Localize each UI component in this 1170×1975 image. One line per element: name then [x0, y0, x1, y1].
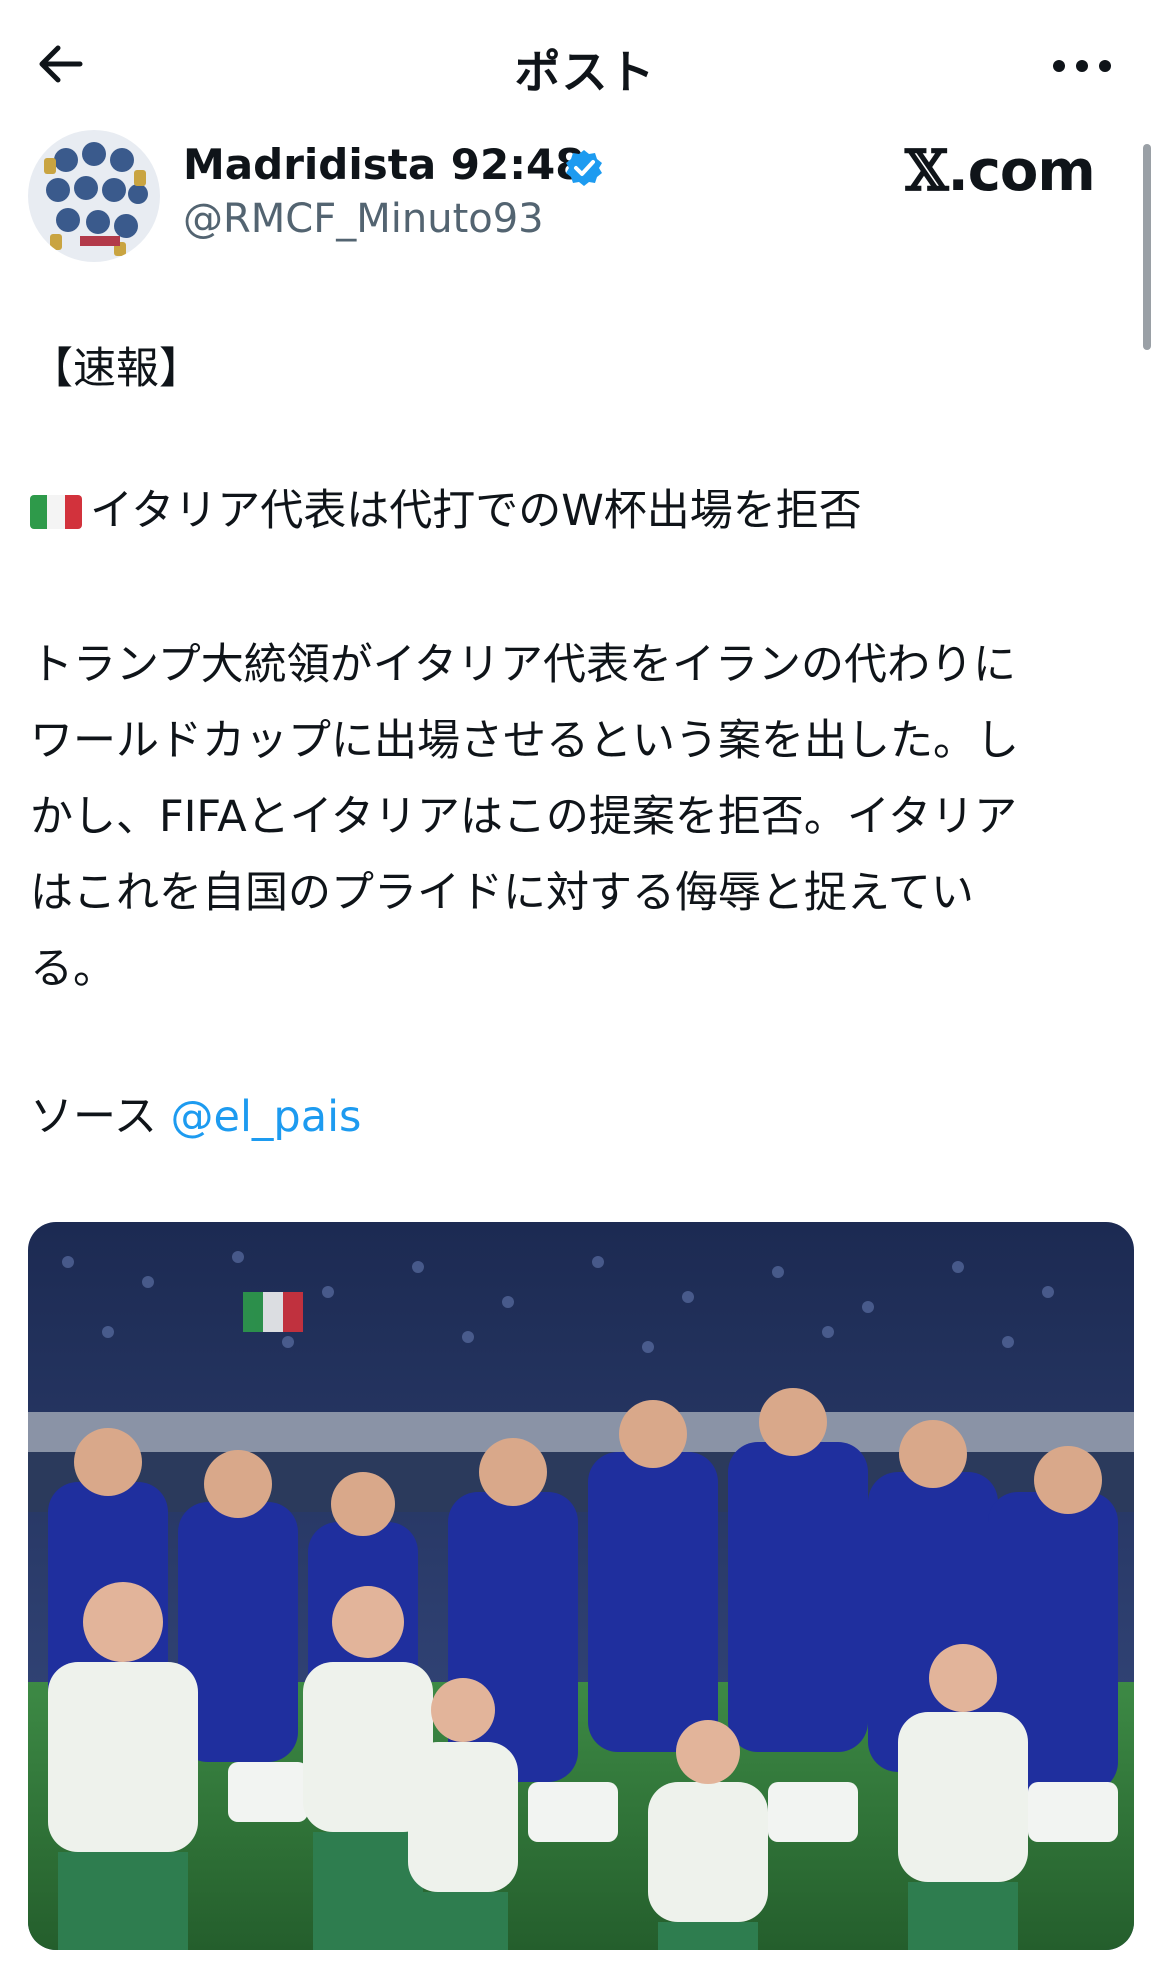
more-options-button[interactable]: [1042, 38, 1122, 94]
post-body-line: はこれを自国のプライドに対する侮辱と捉えてい: [30, 868, 974, 918]
italy-flag-icon: [30, 495, 82, 529]
post-body-line: トランプ大統領がイタリア代表をイランの代わりに: [30, 640, 1016, 690]
post-headline: イタリア代表は代打でのW杯出場を拒否: [30, 486, 862, 538]
more-horizontal-icon: [1053, 60, 1111, 72]
avatar[interactable]: [28, 130, 160, 262]
display-name[interactable]: Madridista 92:48: [183, 140, 585, 189]
post-body-line: る。: [30, 944, 116, 994]
avatar-image: [28, 130, 160, 262]
team-lineup-photo: [28, 1222, 1134, 1950]
post-image[interactable]: [28, 1222, 1134, 1950]
source-mention-link[interactable]: @el_pais: [171, 1092, 362, 1142]
source-label: ソース: [30, 1092, 171, 1142]
scrollbar[interactable]: [1143, 144, 1151, 350]
user-handle[interactable]: @RMCF_Minuto93: [183, 196, 544, 242]
post-body-line: ワールドカップに出場させるという案を出した。し: [30, 716, 1019, 766]
page-title: ポスト: [514, 45, 656, 99]
verified-badge-icon: [564, 148, 604, 188]
post-tag: 【速報】: [30, 344, 202, 394]
x-com-logo: 𝕏.com: [905, 138, 1096, 204]
post-source: ソース @el_pais: [30, 1092, 361, 1144]
top-bar: ポスト: [0, 0, 1170, 130]
post-body-line: かし、FIFAとイタリアはこの提案を拒否。イタリア: [30, 792, 1018, 842]
